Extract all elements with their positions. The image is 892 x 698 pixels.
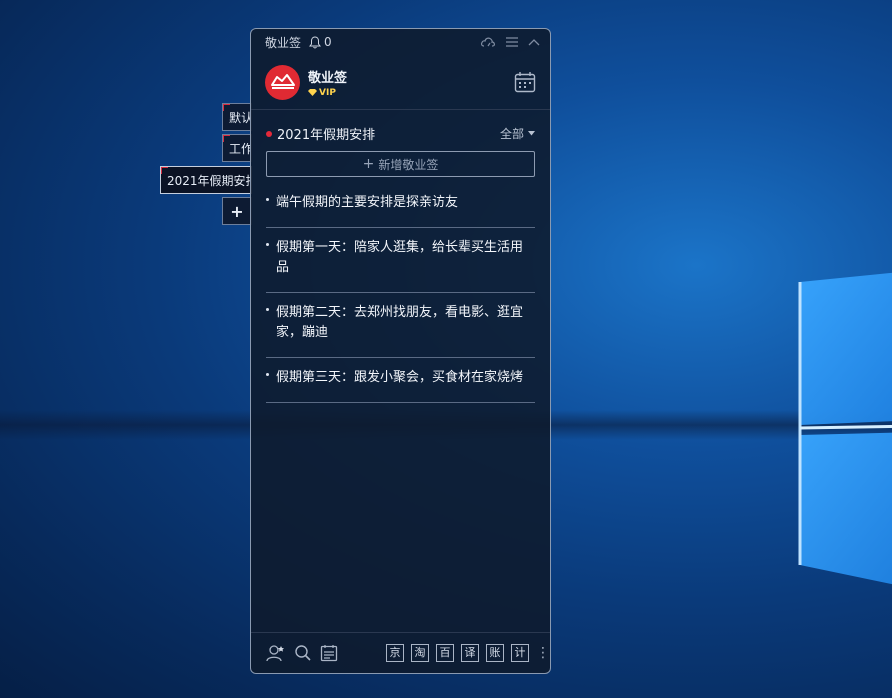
team-user-icon[interactable] [266, 644, 286, 662]
quick-link-translate[interactable]: 译 [461, 644, 479, 662]
note-text: 假期第一天：陪家人逛集，给长辈买生活用品 [276, 240, 524, 275]
user-header: 敬业签 VIP [251, 55, 550, 110]
side-tab-default[interactable]: 默认 [222, 103, 252, 131]
avatar[interactable] [265, 64, 300, 100]
list-header: 2021年假期安排 全部 [251, 110, 550, 151]
note-item[interactable]: 假期第二天：去郑州找朋友，看电影、逛宜家，蹦迪 [266, 293, 535, 358]
app-logo-icon [270, 74, 295, 89]
side-tab-label: 默认 [229, 111, 252, 125]
vip-badge: VIP [308, 88, 347, 98]
caret-down-icon [528, 131, 535, 136]
side-tab-work[interactable]: 工作 [222, 134, 252, 162]
tab-accent-mark [223, 104, 230, 111]
add-note-label: 新增敬业签 [378, 157, 439, 172]
more-options-icon[interactable]: ⋮ [536, 646, 550, 660]
plus-icon: + [230, 202, 244, 221]
quick-link-jd[interactable]: 京 [386, 644, 404, 662]
user-name: 敬业签 [308, 70, 348, 86]
app-name: 敬业签 [265, 35, 302, 50]
list-title: 2021年假期安排 [277, 128, 376, 143]
note-item[interactable]: 端午假期的主要安排是探亲访友 [266, 191, 535, 228]
collapse-chevron-icon[interactable] [528, 38, 540, 46]
category-dot [266, 130, 272, 137]
quick-link-taobao[interactable]: 淘 [411, 644, 429, 662]
add-tab-button[interactable]: + [222, 197, 252, 225]
notes-list: 端午假期的主要安排是探亲访友 假期第一天：陪家人逛集，给长辈买生活用品 假期第二… [251, 191, 550, 403]
filter-label: 全部 [499, 127, 524, 141]
quick-link-baidu[interactable]: 百 [436, 644, 454, 662]
note-item[interactable]: 假期第三天：跟发小聚会，买食材在家烧烤 [266, 358, 535, 403]
title-bar: 敬业签 0 [251, 29, 550, 55]
filter-dropdown[interactable]: 全部 [500, 125, 535, 142]
plus-icon: + [362, 156, 375, 172]
quick-link-calculator[interactable]: 计 [511, 644, 529, 662]
note-panel: 敬业签 0 敬业签 VIP 2021年假期安排 全部 + 新增敬业签 端午假期的… [250, 28, 551, 674]
diamond-icon [308, 89, 317, 96]
side-tab-label: 2021年假期安排 [167, 174, 252, 188]
note-text: 假期第二天：去郑州找朋友，看电影、逛宜家，蹦迪 [276, 305, 524, 340]
add-note-button[interactable]: + 新增敬业签 [266, 151, 535, 177]
menu-icon[interactable] [506, 37, 518, 47]
tab-accent-mark [161, 167, 168, 174]
vip-label: VIP [319, 87, 336, 98]
windows-logo-light [798, 272, 892, 585]
quick-link-accounting[interactable]: 账 [486, 644, 504, 662]
note-item[interactable]: 假期第一天：陪家人逛集，给长辈买生活用品 [266, 228, 535, 293]
bottom-toolbar: 京 淘 百 译 账 计 ⋮ [251, 632, 550, 673]
note-text: 端午假期的主要安排是探亲访友 [276, 195, 459, 210]
calendar-list-icon[interactable] [320, 644, 338, 662]
note-text: 假期第三天：跟发小聚会，买食材在家烧烤 [276, 370, 524, 385]
tab-accent-mark [223, 135, 230, 142]
notification-count: 0 [324, 35, 332, 49]
side-tab-label: 工作 [229, 142, 252, 156]
cloud-sync-icon[interactable] [480, 36, 496, 48]
side-tab-holiday[interactable]: 2021年假期安排 [160, 166, 252, 194]
calendar-icon[interactable] [514, 71, 536, 93]
search-icon[interactable] [294, 644, 312, 662]
bell-icon[interactable] [309, 35, 322, 49]
